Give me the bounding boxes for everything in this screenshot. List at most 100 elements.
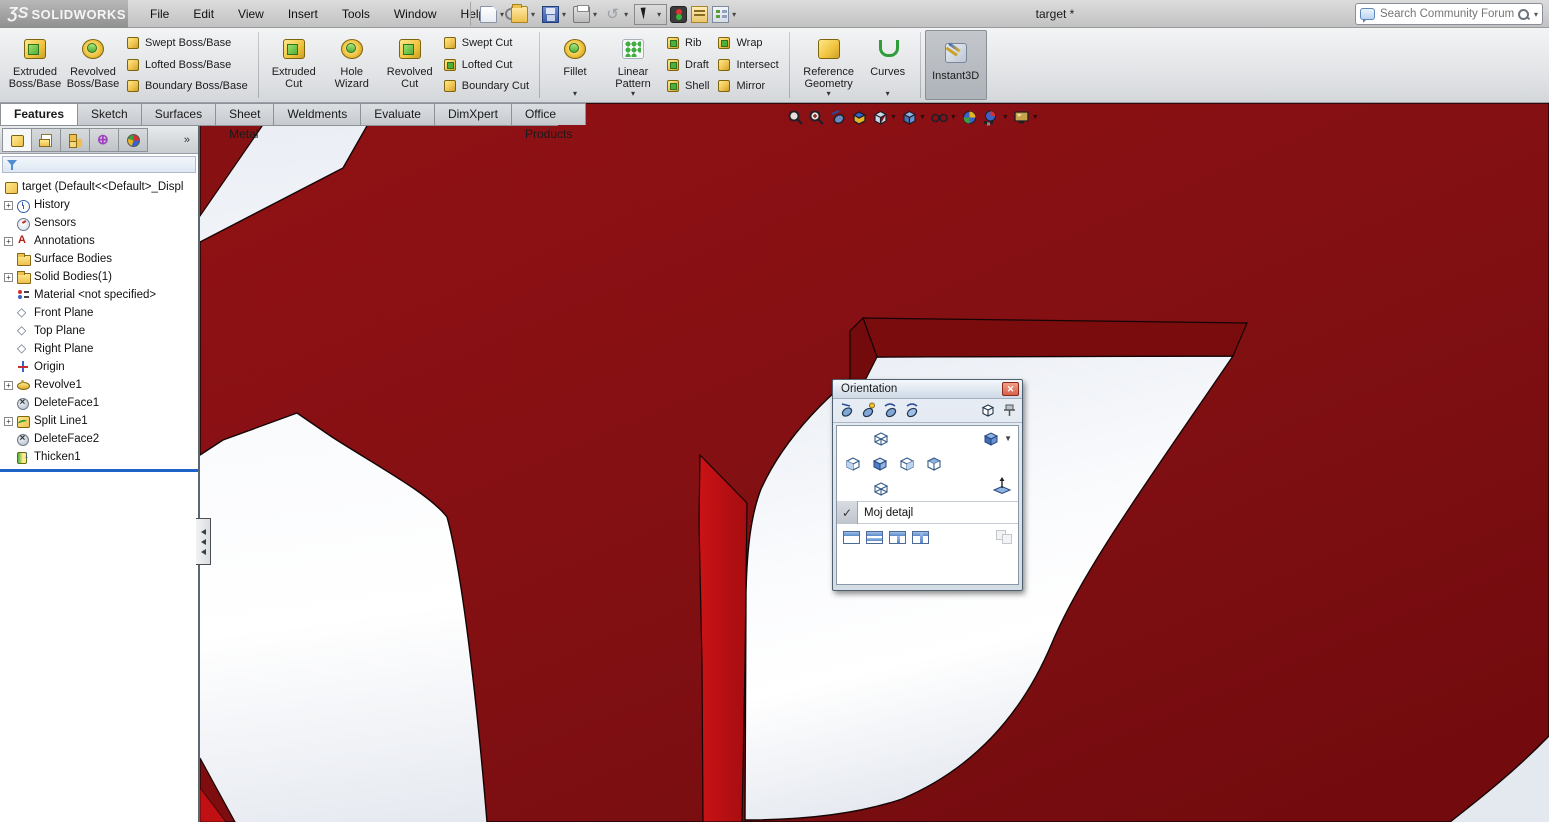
- tree-item-top-plane[interactable]: Top Plane: [0, 322, 198, 340]
- menu-view[interactable]: View: [226, 0, 276, 28]
- expand-plus-icon[interactable]: +: [4, 201, 13, 210]
- menu-insert[interactable]: Insert: [276, 0, 330, 28]
- menu-file[interactable]: File: [138, 0, 181, 28]
- options-button[interactable]: ▾: [711, 3, 740, 25]
- dimxpertmanager-tab[interactable]: [89, 128, 119, 152]
- lofted-cut-button[interactable]: Lofted Cut: [443, 56, 529, 74]
- tree-item-split-line1[interactable]: + Split Line1: [0, 412, 198, 430]
- print-button[interactable]: ▾: [572, 3, 601, 25]
- chevron-down-icon[interactable]: ▾: [657, 10, 661, 19]
- new-document-button[interactable]: ▾: [479, 3, 508, 25]
- undo-button[interactable]: ↺▾: [603, 3, 632, 25]
- wrap-button[interactable]: Wrap: [717, 34, 778, 52]
- tab-features[interactable]: Features: [0, 103, 78, 125]
- update-standard-views-spyglass-icon[interactable]: [882, 402, 899, 419]
- saved-view-row[interactable]: ✓: [837, 501, 1018, 524]
- chevron-down-icon[interactable]: ▼: [1032, 114, 1039, 121]
- tab-evaluate[interactable]: Evaluate: [360, 103, 435, 125]
- tree-item-solid-bodies[interactable]: + Solid Bodies(1): [0, 268, 198, 286]
- chevron-down-icon[interactable]: ▾: [562, 10, 566, 19]
- menu-edit[interactable]: Edit: [181, 0, 226, 28]
- swept-boss-base-button[interactable]: Swept Boss/Base: [126, 34, 248, 52]
- zoom-to-fit-button[interactable]: [787, 109, 804, 126]
- chevron-down-icon[interactable]: ▾: [531, 10, 535, 19]
- hide-show-items-button[interactable]: ▼: [930, 109, 957, 126]
- menu-window[interactable]: Window: [382, 0, 449, 28]
- boundary-cut-button[interactable]: Boundary Cut: [443, 77, 529, 95]
- boundary-boss-base-button[interactable]: Boundary Boss/Base: [126, 77, 248, 95]
- tree-item-revolve1[interactable]: + Revolve1: [0, 376, 198, 394]
- shell-button[interactable]: Shell: [666, 77, 709, 95]
- featuremanager-tree-tab[interactable]: [2, 128, 32, 152]
- select-tool-button[interactable]: ▾: [634, 4, 667, 25]
- isometric-view-cube-icon[interactable]: [981, 429, 1001, 449]
- rebuild-button[interactable]: [669, 3, 688, 25]
- tree-item-thicken1[interactable]: Thicken1: [0, 448, 198, 466]
- apply-scene-button[interactable]: ▼: [982, 109, 1009, 126]
- chevron-down-icon[interactable]: ▼: [1002, 114, 1009, 121]
- reset-standard-views-spyglass-icon[interactable]: [904, 402, 921, 419]
- rib-button[interactable]: Rib: [666, 34, 709, 52]
- back-view-cube-icon[interactable]: [924, 454, 944, 474]
- model-top-edge-band[interactable]: [863, 318, 1247, 357]
- draft-button[interactable]: Draft: [666, 56, 709, 74]
- tree-item-history[interactable]: + History: [0, 196, 198, 214]
- search-icon[interactable]: [1517, 8, 1530, 21]
- displaymanager-tab[interactable]: [118, 128, 148, 152]
- revolved-boss-base-button[interactable]: Revolved Boss/Base: [64, 30, 122, 101]
- single-view-button[interactable]: [843, 531, 860, 544]
- zoom-to-area-button[interactable]: [808, 109, 825, 126]
- tree-item-deleteface2[interactable]: DeleteFace2: [0, 430, 198, 448]
- chevron-down-icon[interactable]: ▾: [500, 10, 504, 19]
- view-orientation-button[interactable]: ▼: [872, 109, 897, 126]
- tree-item-annotations[interactable]: + Annotations: [0, 232, 198, 250]
- panel-overflow-chevrons[interactable]: »: [184, 134, 196, 146]
- chevron-down-icon[interactable]: ▼: [890, 114, 897, 121]
- orientation-dialog-titlebar[interactable]: Orientation ✕: [833, 380, 1022, 399]
- tree-item-right-plane[interactable]: Right Plane: [0, 340, 198, 358]
- chevron-down-icon[interactable]: ▼: [919, 114, 926, 121]
- tab-sketch[interactable]: Sketch: [77, 103, 142, 125]
- model-bright-edge-strip[interactable]: [699, 455, 747, 822]
- chevron-down-icon[interactable]: ▾: [593, 10, 597, 19]
- top-view-cube-icon[interactable]: [871, 429, 891, 449]
- pin-icon[interactable]: [1002, 402, 1017, 419]
- chevron-down-icon[interactable]: ▼: [950, 114, 957, 121]
- tab-dimxpert[interactable]: DimXpert: [434, 103, 512, 125]
- chevron-down-icon[interactable]: ▾: [827, 89, 831, 98]
- rollback-bar[interactable]: [0, 469, 198, 472]
- previous-view-spyglass-icon[interactable]: [838, 402, 855, 419]
- expand-plus-icon[interactable]: +: [4, 417, 13, 426]
- tab-office-products[interactable]: Office Products: [511, 103, 586, 125]
- expand-plus-icon[interactable]: +: [4, 273, 13, 282]
- tree-item-sensors[interactable]: Sensors: [0, 214, 198, 232]
- chevron-down-icon[interactable]: ▾: [732, 10, 736, 19]
- display-style-button[interactable]: ▼: [901, 109, 926, 126]
- four-view-button[interactable]: [912, 531, 929, 544]
- tab-weldments[interactable]: Weldments: [273, 103, 361, 125]
- close-icon[interactable]: ✕: [1002, 382, 1019, 396]
- extruded-boss-base-button[interactable]: Extruded Boss/Base: [6, 30, 64, 101]
- lofted-boss-base-button[interactable]: Lofted Boss/Base: [126, 56, 248, 74]
- tree-filter-bar[interactable]: [2, 156, 196, 173]
- instant3d-button-active[interactable]: Instant3D: [925, 30, 987, 100]
- chevron-down-icon[interactable]: ▼: [1004, 434, 1012, 443]
- search-input[interactable]: [1380, 8, 1517, 20]
- tree-item-origin[interactable]: Origin: [0, 358, 198, 376]
- tree-item-deleteface1[interactable]: DeleteFace1: [0, 394, 198, 412]
- front-view-cube-icon[interactable]: [870, 454, 890, 474]
- curves-button[interactable]: Curves ▾: [862, 30, 914, 101]
- save-button[interactable]: ▾: [541, 3, 570, 25]
- tab-surfaces[interactable]: Surfaces: [141, 103, 216, 125]
- chevron-down-icon[interactable]: ▾: [886, 89, 890, 98]
- panel-collapse-handle[interactable]: [196, 518, 211, 565]
- swept-cut-button[interactable]: Swept Cut: [443, 34, 529, 52]
- edit-appearance-button[interactable]: [961, 109, 978, 126]
- tree-root-item[interactable]: target (Default<<Default>_Displ: [0, 178, 198, 196]
- right-view-cube-icon[interactable]: [897, 454, 917, 474]
- intersect-button[interactable]: Intersect: [717, 56, 778, 74]
- tree-item-front-plane[interactable]: Front Plane: [0, 304, 198, 322]
- view-name-input[interactable]: [858, 507, 1018, 519]
- propertymanager-tab[interactable]: [31, 128, 61, 152]
- left-view-cube-icon[interactable]: [843, 454, 863, 474]
